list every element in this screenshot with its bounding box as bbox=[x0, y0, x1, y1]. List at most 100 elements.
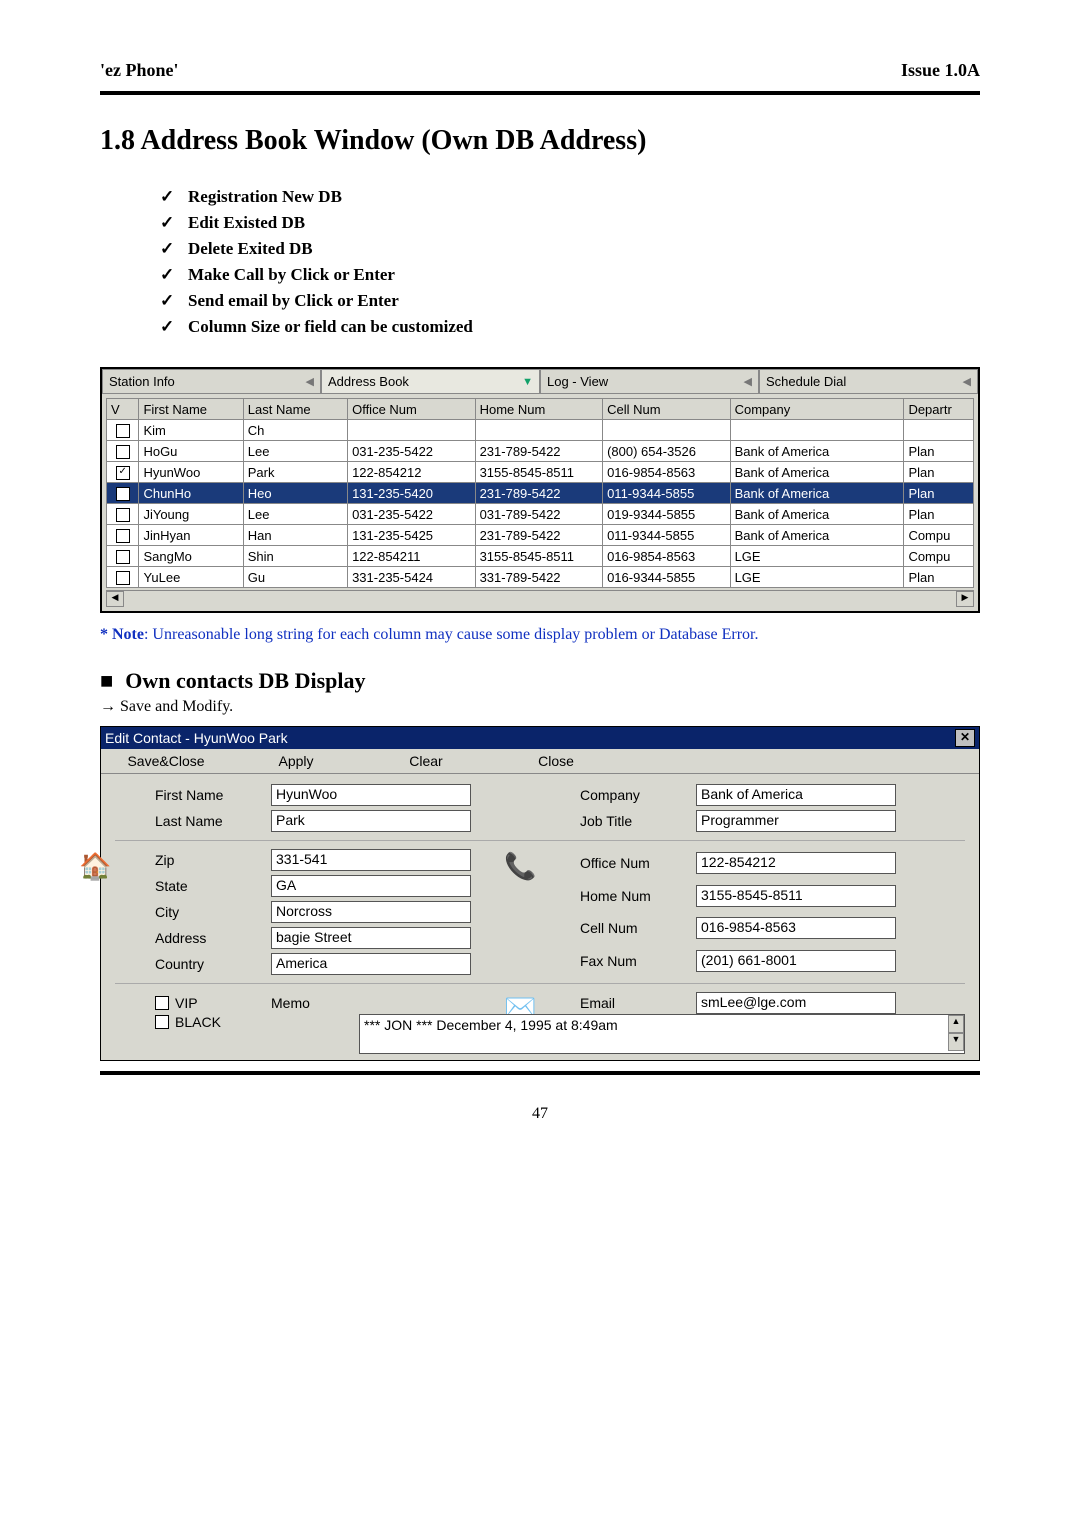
city-field[interactable]: Norcross bbox=[271, 901, 471, 923]
subsection-line: Save and Modify. bbox=[100, 698, 980, 716]
table-cell bbox=[904, 420, 974, 441]
scroll-down-icon[interactable]: ▼ bbox=[948, 1033, 964, 1051]
memo-field[interactable]: *** JON *** December 4, 1995 at 8:49am ▲… bbox=[359, 1014, 965, 1054]
table-row[interactable]: JiYoungLee031-235-5422031-789-5422019-93… bbox=[107, 504, 974, 525]
table-cell: Bank of America bbox=[730, 483, 904, 504]
feature-item: Delete Exited DB bbox=[160, 239, 980, 259]
first-name-field[interactable]: HyunWoo bbox=[271, 784, 471, 806]
row-checkbox[interactable] bbox=[116, 487, 130, 501]
table-row[interactable]: KimCh bbox=[107, 420, 974, 441]
vip-checkbox-row[interactable]: VIP bbox=[155, 995, 265, 1011]
table-row[interactable]: JinHyanHan131-235-5425231-789-5422011-93… bbox=[107, 525, 974, 546]
row-checkbox[interactable] bbox=[116, 550, 130, 564]
table-row[interactable]: ChunHoHeo131-235-5420231-789-5422011-934… bbox=[107, 483, 974, 504]
table-row[interactable]: YuLeeGu331-235-5424331-789-5422016-9344-… bbox=[107, 567, 974, 588]
black-checkbox[interactable] bbox=[155, 1015, 169, 1029]
close-icon[interactable]: ✕ bbox=[955, 729, 975, 747]
table-cell: (800) 654-3526 bbox=[603, 441, 731, 462]
address-book-window: Station Info ◀ Address Book ▼ Log - View… bbox=[100, 367, 980, 613]
saveclose-button[interactable]: Save&Close bbox=[101, 749, 231, 773]
tab-address-book[interactable]: Address Book ▼ bbox=[321, 369, 540, 394]
col-cell[interactable]: Cell Num bbox=[603, 399, 731, 420]
tab-schedule-dial[interactable]: Schedule Dial ◀ bbox=[759, 369, 978, 394]
row-checkbox[interactable] bbox=[116, 571, 130, 585]
separator bbox=[115, 983, 965, 984]
table-cell[interactable] bbox=[107, 420, 139, 441]
table-row[interactable]: HyunWooPark122-8542123155-8545-8511016-9… bbox=[107, 462, 974, 483]
scroll-left-icon[interactable]: ◀ bbox=[106, 591, 124, 607]
office-num-field[interactable]: 122-854212 bbox=[696, 852, 896, 874]
label-country: Country bbox=[155, 956, 265, 972]
col-first[interactable]: First Name bbox=[139, 399, 243, 420]
table-cell[interactable] bbox=[107, 546, 139, 567]
home-num-field[interactable]: 3155-8545-8511 bbox=[696, 885, 896, 907]
table-cell: HyunWoo bbox=[139, 462, 243, 483]
table-cell bbox=[730, 420, 904, 441]
email-field[interactable]: smLee@lge.com bbox=[696, 992, 896, 1014]
feature-item: Edit Existed DB bbox=[160, 213, 980, 233]
close-button[interactable]: Close bbox=[491, 749, 621, 773]
edit-contact-dialog: Edit Contact - HyunWoo Park ✕ Save&Close… bbox=[100, 726, 980, 1061]
table-cell: 016-9854-8563 bbox=[603, 546, 731, 567]
horizontal-scrollbar[interactable]: ◀ ▶ bbox=[106, 590, 974, 607]
table-row[interactable]: HoGuLee031-235-5422231-789-5422(800) 654… bbox=[107, 441, 974, 462]
table-cell bbox=[348, 420, 476, 441]
table-cell: Bank of America bbox=[730, 462, 904, 483]
table-cell: Compu bbox=[904, 546, 974, 567]
col-last[interactable]: Last Name bbox=[243, 399, 347, 420]
state-field[interactable]: GA bbox=[271, 875, 471, 897]
table-cell: 031-789-5422 bbox=[475, 504, 603, 525]
label-cell-num: Cell Num bbox=[580, 920, 690, 936]
arrow-left-icon: ◀ bbox=[744, 375, 752, 388]
country-field[interactable]: America bbox=[271, 953, 471, 975]
col-home[interactable]: Home Num bbox=[475, 399, 603, 420]
row-checkbox[interactable] bbox=[116, 466, 130, 480]
contacts-table[interactable]: V First Name Last Name Office Num Home N… bbox=[106, 398, 974, 588]
col-office[interactable]: Office Num bbox=[348, 399, 476, 420]
col-check[interactable]: V bbox=[107, 399, 139, 420]
fax-num-field[interactable]: (201) 661-8001 bbox=[696, 950, 896, 972]
table-row[interactable]: SangMoShin122-8542113155-8545-8511016-98… bbox=[107, 546, 974, 567]
label-office-num: Office Num bbox=[580, 855, 690, 871]
table-cell: Bank of America bbox=[730, 525, 904, 546]
vip-checkbox[interactable] bbox=[155, 996, 169, 1010]
table-cell: 131-235-5425 bbox=[348, 525, 476, 546]
note-label: * Note bbox=[100, 626, 144, 643]
section-title: 1.8 Address Book Window (Own DB Address) bbox=[100, 125, 980, 157]
feature-item: Column Size or field can be customized bbox=[160, 317, 980, 337]
table-cell[interactable] bbox=[107, 504, 139, 525]
separator bbox=[115, 840, 965, 841]
table-cell[interactable] bbox=[107, 525, 139, 546]
row-checkbox[interactable] bbox=[116, 445, 130, 459]
cell-num-field[interactable]: 016-9854-8563 bbox=[696, 917, 896, 939]
col-dept[interactable]: Departr bbox=[904, 399, 974, 420]
apply-button[interactable]: Apply bbox=[231, 749, 361, 773]
table-cell[interactable] bbox=[107, 462, 139, 483]
tab-station-info[interactable]: Station Info ◀ bbox=[102, 369, 321, 394]
scroll-up-icon[interactable]: ▲ bbox=[948, 1015, 964, 1033]
table-cell: 122-854212 bbox=[348, 462, 476, 483]
header-rule bbox=[100, 91, 980, 95]
zip-field[interactable]: 331-541 bbox=[271, 849, 471, 871]
memo-scrollbar[interactable]: ▲ ▼ bbox=[948, 1015, 964, 1051]
arrow-left-icon: ◀ bbox=[306, 375, 314, 388]
last-name-field[interactable]: Park bbox=[271, 810, 471, 832]
table-cell[interactable] bbox=[107, 567, 139, 588]
clear-button[interactable]: Clear bbox=[361, 749, 491, 773]
tab-log-view[interactable]: Log - View ◀ bbox=[540, 369, 759, 394]
table-cell[interactable] bbox=[107, 441, 139, 462]
row-checkbox[interactable] bbox=[116, 508, 130, 522]
row-checkbox[interactable] bbox=[116, 424, 130, 438]
row-checkbox[interactable] bbox=[116, 529, 130, 543]
house-icon: 🏠 bbox=[79, 851, 111, 882]
table-cell[interactable] bbox=[107, 483, 139, 504]
scroll-right-icon[interactable]: ▶ bbox=[956, 591, 974, 607]
company-field[interactable]: Bank of America bbox=[696, 784, 896, 806]
black-checkbox-row[interactable]: BLACK bbox=[155, 1014, 353, 1030]
dialog-titlebar: Edit Contact - HyunWoo Park ✕ bbox=[101, 727, 979, 749]
address-field[interactable]: bagie Street bbox=[271, 927, 471, 949]
job-title-field[interactable]: Programmer bbox=[696, 810, 896, 832]
label-first-name: First Name bbox=[155, 787, 265, 803]
col-company[interactable]: Company bbox=[730, 399, 904, 420]
table-cell: Gu bbox=[243, 567, 347, 588]
